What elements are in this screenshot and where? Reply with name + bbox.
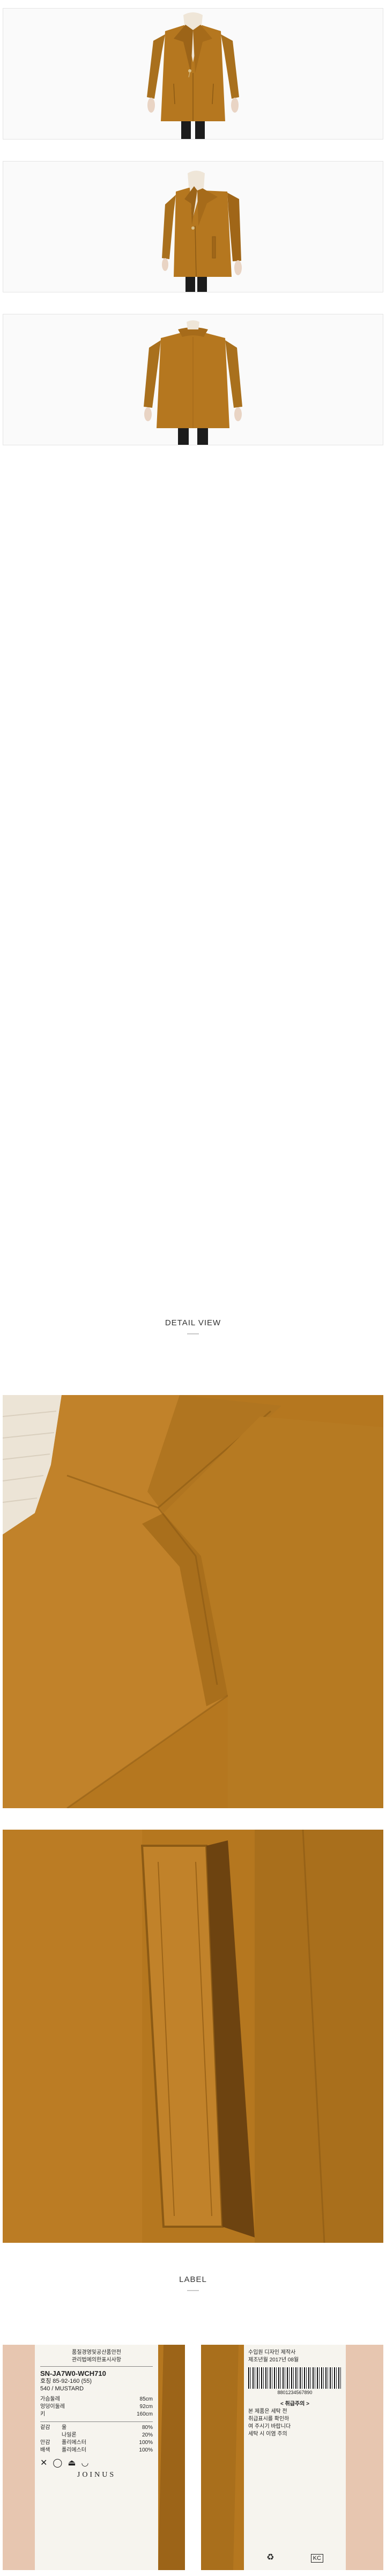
photo-frame-side — [3, 161, 383, 292]
care-symbols: ✕ ◯ ⏏ ◡ — [40, 2458, 153, 2468]
label-measure-table: 가슴둘레 85cm 엉덩이둘레 92cm 키 160cm — [40, 2396, 153, 2418]
recycle-icon: ♻ — [266, 2553, 274, 2562]
iron-icon: ⏏ — [68, 2458, 76, 2468]
photo-frame-back — [3, 314, 383, 445]
coat-back-image — [3, 314, 383, 445]
label-tag-left: 품질경영및공산품안전 관리법에의한표시사항 SN-JA7W0-WCH710 호칭… — [35, 2345, 158, 2570]
fiber-row: 나일론 20% — [62, 2432, 153, 2438]
detail-view-heading: DETAIL VIEW — [165, 1318, 221, 1327]
label-fiber-table: 겉감 울 80% 나일론 20% 안감 폴리에스터 100% 배색 폴리에스터 100% — [40, 2421, 153, 2454]
coat-side-image — [3, 162, 383, 292]
label-header-line-2: 관리법에의한표시사항 — [40, 2357, 153, 2367]
measure-row: 가슴둘레 85cm — [40, 2396, 153, 2402]
label-brand: JOINUS — [77, 2471, 116, 2479]
label-photo-left: 품질경영및공산품안전 관리법에의한표시사항 SN-JA7W0-WCH710 호칭… — [3, 2345, 185, 2570]
certification-icons: ♻ KC — [248, 2553, 342, 2563]
care-line: 취급표시를 확인하 — [248, 2416, 290, 2422]
care-line: 여 주시기 바랍니다 — [248, 2424, 291, 2430]
label-style-code: SN-JA7W0-WCH710 — [40, 2369, 106, 2377]
fiber-row: 안감 폴리에스터 100% — [40, 2440, 153, 2446]
label-heading: LABEL — [179, 2275, 207, 2284]
coat-front-image — [3, 9, 383, 139]
label-header-line-1: 품질경영및공산품안전 — [72, 2350, 121, 2355]
wash-icon: ◡ — [81, 2458, 89, 2468]
barcode — [248, 2367, 342, 2389]
detail-view-divider — [187, 1333, 199, 1334]
label-top-line-2: 제조년월 2017년 08월 — [248, 2357, 299, 2363]
measure-row: 엉덩이둘레 92cm — [40, 2404, 153, 2410]
label-size-line: 호칭 85-92-160 (55) — [40, 2378, 92, 2384]
photo-frame-front — [3, 8, 383, 140]
label-divider — [187, 2290, 199, 2291]
care-line: 본 제품은 세탁 전 — [248, 2409, 287, 2414]
photo-frame-collar — [3, 1395, 383, 1808]
pocket-closeup-image — [3, 1830, 383, 2243]
label-top-line-1: 수입원 디자인 제작사 — [248, 2350, 296, 2355]
fiber-row: 겉감 울 80% — [40, 2425, 153, 2431]
dry-clean-icon: ◯ — [53, 2458, 63, 2468]
kc-mark-icon: KC — [310, 2554, 323, 2563]
barcode-number: 8801234567890 — [277, 2390, 313, 2395]
fiber-row: 배색 폴리에스터 100% — [40, 2447, 153, 2453]
label-color-line: 540 / MUSTARD — [40, 2386, 84, 2392]
label-photo-right: 수입원 디자인 제작사 제조년월 2017년 08월 8801234567890… — [201, 2345, 383, 2570]
no-bleach-icon: ✕ — [40, 2458, 48, 2468]
care-title: < 취급주의 > — [280, 2401, 310, 2407]
photo-frame-pocket — [3, 1830, 383, 2243]
measure-row: 키 160cm — [40, 2411, 153, 2417]
label-tag-right: 수입원 디자인 제작사 제조년월 2017년 08월 8801234567890… — [244, 2345, 346, 2570]
care-line: 세탁 시 이염 주의 — [248, 2431, 287, 2437]
collar-closeup-image — [3, 1395, 383, 1808]
